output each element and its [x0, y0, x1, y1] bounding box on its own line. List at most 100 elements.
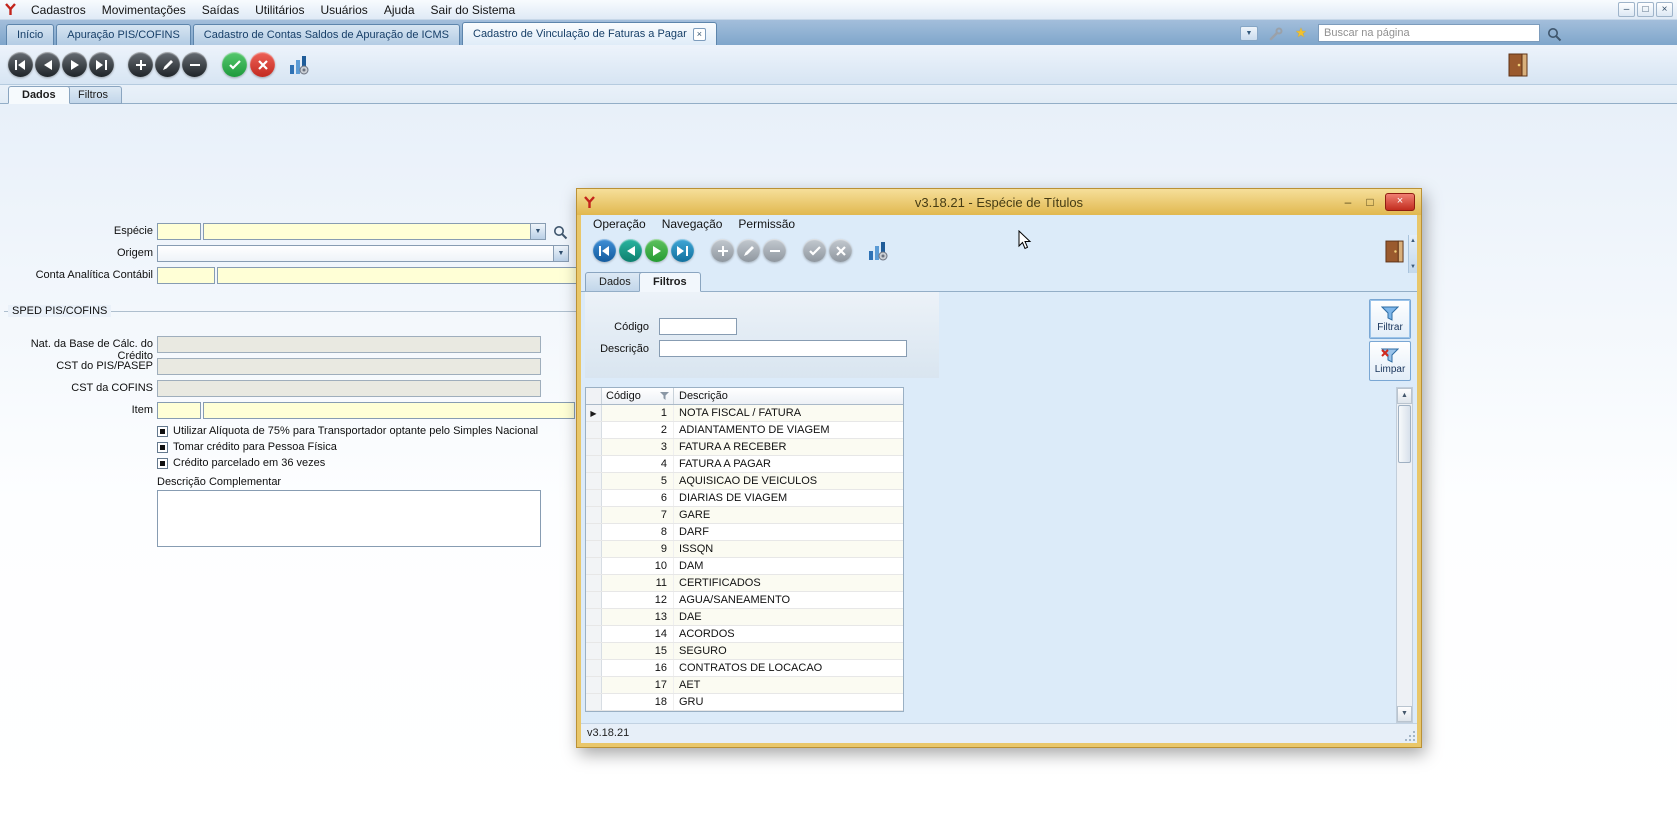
menu-permissao[interactable]: Permissão — [730, 215, 803, 234]
scroll-up-icon[interactable]: ▲ — [1410, 238, 1416, 244]
modal-maximize-button[interactable]: □ — [1363, 195, 1377, 209]
scroll-up-icon[interactable]: ▲ — [1397, 388, 1412, 404]
descricao-filter-input[interactable] — [659, 340, 907, 357]
codigo-filter-input[interactable] — [659, 318, 737, 335]
nav-previous-button[interactable] — [35, 52, 60, 77]
grid-header-descricao[interactable]: Descrição — [674, 388, 903, 404]
tab-list-dropdown-button[interactable]: ▼ — [1240, 26, 1258, 41]
menu-sair-do-sistema[interactable]: Sair do Sistema — [423, 0, 524, 20]
edit-record-button[interactable] — [155, 52, 180, 77]
table-row[interactable]: 8DARF — [586, 524, 903, 541]
item-code-input[interactable] — [157, 402, 201, 419]
window-close-button[interactable]: × — [1656, 2, 1673, 17]
edit-record-button[interactable] — [737, 239, 760, 262]
scrollbar-thumb[interactable] — [1398, 405, 1411, 463]
table-row[interactable]: 18GRU — [586, 694, 903, 711]
table-row[interactable]: ▶1NOTA FISCAL / FATURA — [586, 405, 903, 422]
nav-last-button[interactable] — [671, 239, 694, 262]
table-row[interactable]: 5AQUISICAO DE VEICULOS — [586, 473, 903, 490]
menu-usuarios[interactable]: Usuários — [312, 0, 375, 20]
menu-movimentacoes[interactable]: Movimentações — [94, 0, 194, 20]
report-chart-button[interactable] — [288, 54, 310, 76]
menu-cadastros[interactable]: Cadastros — [23, 0, 94, 20]
modal-titlebar[interactable]: v3.18.21 - Espécie de Títulos – □ × — [577, 189, 1421, 215]
exit-door-button[interactable] — [1506, 52, 1530, 78]
tab-apuracao-pis-cofins[interactable]: Apuração PIS/COFINS — [56, 24, 191, 45]
menu-navegacao[interactable]: Navegação — [654, 215, 731, 234]
table-row[interactable]: 13DAE — [586, 609, 903, 626]
menu-utilitarios[interactable]: Utilitários — [247, 0, 312, 20]
checkbox-credito-pessoa-fisica[interactable] — [157, 442, 168, 453]
table-row[interactable]: 7GARE — [586, 507, 903, 524]
nav-first-button[interactable] — [8, 52, 33, 77]
add-record-button[interactable] — [711, 239, 734, 262]
table-row[interactable]: 3FATURA A RECEBER — [586, 439, 903, 456]
nav-next-button[interactable] — [62, 52, 87, 77]
table-row[interactable]: 16CONTRATOS DE LOCACAO — [586, 660, 903, 677]
search-input[interactable] — [1318, 24, 1540, 42]
modal-close-button[interactable]: × — [1385, 193, 1415, 211]
resize-grip[interactable] — [1404, 730, 1416, 742]
scroll-down-icon[interactable]: ▼ — [1410, 264, 1416, 270]
scroll-down-icon[interactable]: ▼ — [1397, 706, 1412, 722]
chevron-down-icon[interactable]: ▼ — [553, 246, 568, 261]
table-row[interactable]: 12AGUA/SANEAMENTO — [586, 592, 903, 609]
delete-record-button[interactable] — [182, 52, 207, 77]
table-row[interactable]: 11CERTIFICADOS — [586, 575, 903, 592]
tab-cadastro-vinculacao-faturas[interactable]: Cadastro de Vinculação de Faturas a Paga… — [462, 22, 717, 45]
window-minimize-button[interactable]: – — [1618, 2, 1635, 17]
checkbox-credito-parcelado[interactable] — [157, 458, 168, 469]
table-row[interactable]: 6DIARIAS DE VIAGEM — [586, 490, 903, 507]
table-row[interactable]: 2ADIANTAMENTO DE VIAGEM — [586, 422, 903, 439]
tab-inicio[interactable]: Início — [6, 24, 54, 45]
table-row[interactable]: 9ISSQN — [586, 541, 903, 558]
menu-saidas[interactable]: Saídas — [194, 0, 247, 20]
nav-last-button[interactable] — [89, 52, 114, 77]
search-icon[interactable] — [1546, 26, 1562, 42]
column-filter-icon[interactable] — [660, 392, 669, 400]
table-row[interactable]: 15SEGURO — [586, 643, 903, 660]
vertical-scrollbar[interactable]: ▲ ▼ — [1396, 387, 1413, 723]
especie-combo[interactable]: ▼ — [203, 223, 546, 240]
modal-minimize-button[interactable]: – — [1341, 195, 1355, 209]
cancel-button[interactable] — [250, 52, 275, 77]
checkbox-aliquota-75[interactable] — [157, 426, 168, 437]
app-logo-icon — [4, 3, 17, 16]
tab-filtros[interactable]: Filtros — [639, 272, 701, 292]
cancel-button[interactable] — [829, 239, 852, 262]
confirm-button[interactable] — [222, 52, 247, 77]
item-desc-input[interactable] — [203, 402, 575, 419]
table-row[interactable]: 10DAM — [586, 558, 903, 575]
especie-code-input[interactable] — [157, 223, 201, 240]
tab-dados[interactable]: Dados — [8, 86, 70, 104]
tools-wrench-icon[interactable] — [1266, 26, 1284, 42]
chevron-down-icon[interactable]: ▼ — [530, 224, 545, 239]
window-maximize-button[interactable]: □ — [1637, 2, 1654, 17]
tab-filtros[interactable]: Filtros — [64, 86, 122, 104]
tab-dados[interactable]: Dados — [585, 272, 645, 292]
exit-door-button[interactable] — [1383, 238, 1405, 264]
filtrar-button[interactable]: Filtrar — [1369, 299, 1411, 339]
descricao-complementar-textarea[interactable] — [157, 490, 541, 547]
nav-first-button[interactable] — [593, 239, 616, 262]
origem-combo[interactable]: ▼ — [157, 245, 569, 262]
menu-ajuda[interactable]: Ajuda — [376, 0, 423, 20]
favorites-star-icon[interactable]: ★ — [1292, 24, 1310, 42]
conta-code-input[interactable] — [157, 267, 215, 284]
toolbar-overflow-scroller[interactable]: ▲ ▼ — [1408, 235, 1417, 273]
tab-cadastro-contas-saldos-icms[interactable]: Cadastro de Contas Saldos de Apuração de… — [193, 24, 460, 45]
especie-lookup-icon[interactable] — [552, 224, 568, 240]
table-row[interactable]: 14ACORDOS — [586, 626, 903, 643]
menu-operacao[interactable]: Operação — [585, 215, 654, 234]
tab-close-icon[interactable]: × — [693, 28, 706, 41]
report-chart-button[interactable] — [867, 240, 889, 262]
add-record-button[interactable] — [128, 52, 153, 77]
grid-header-codigo[interactable]: Código — [602, 388, 674, 404]
nav-next-button[interactable] — [645, 239, 668, 262]
nav-previous-button[interactable] — [619, 239, 642, 262]
limpar-button[interactable]: Limpar — [1369, 341, 1411, 381]
delete-record-button[interactable] — [763, 239, 786, 262]
confirm-button[interactable] — [803, 239, 826, 262]
table-row[interactable]: 4FATURA A PAGAR — [586, 456, 903, 473]
table-row[interactable]: 17AET — [586, 677, 903, 694]
